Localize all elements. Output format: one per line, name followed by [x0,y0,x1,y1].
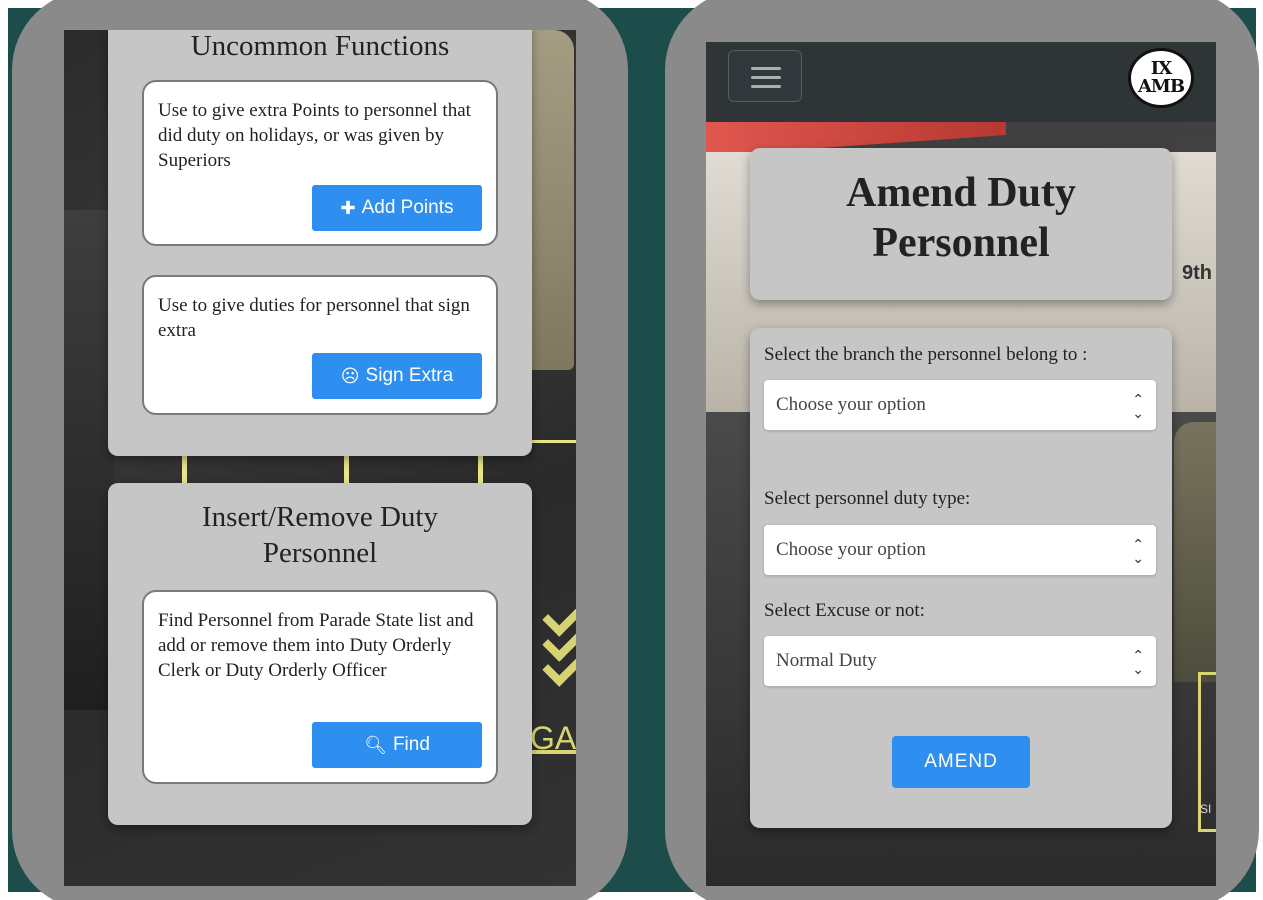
sign-extra-button[interactable]: ☹ Sign Extra [312,353,482,399]
hamburger-icon [751,85,781,88]
page-title: Amend Duty Personnel [846,170,1076,267]
frown-icon: ☹ [340,365,360,387]
duty-type-label: Select personnel duty type: [764,488,971,509]
button-label: Find [392,734,430,755]
card-title: Uncommon Functions [190,30,450,62]
menu-button[interactable] [728,50,802,102]
search-icon: 🔍︎ [364,734,387,756]
select-value: Choose your option [776,394,926,415]
button-label: AMEND [924,751,998,772]
chevron-updown-icon: ⌃ ⌄ [1132,392,1144,422]
bg-shadow [64,210,114,710]
panel-description: Use to give extra Points to personnel th… [158,100,471,172]
panel-description: Use to give duties for personnel that si… [158,295,470,342]
title-card: Amend Duty Personnel [750,148,1172,300]
amend-form-card: Select the branch the personnel belong t… [750,328,1172,828]
hamburger-icon [751,67,781,70]
bg-stripe [529,440,576,443]
bg-text: SI [1200,802,1212,816]
hamburger-icon [751,76,781,79]
branch-label: Select the branch the personnel belong t… [764,344,1088,365]
screen-left: GAP Uncommon Functions Use to give extra… [64,30,576,886]
chevron-updown-icon: ⌃ ⌄ [1132,537,1144,567]
duty-type-select[interactable]: Choose your option ⌃ ⌄ [764,525,1156,575]
screen-right: 9th SI IX AMB Amend Duty Personnel Selec… [706,42,1216,886]
amend-button[interactable]: AMEND [892,736,1030,788]
find-personnel-panel: Find Personnel from Parade State list an… [142,590,498,784]
add-points-button[interactable]: ✚ Add Points [312,185,482,231]
plus-icon: ✚ [340,197,356,219]
navbar: IX AMB [706,42,1216,122]
button-label: Add Points [361,197,454,218]
insert-remove-card: Insert/Remove Duty Personnel Find Person… [108,483,532,825]
card-title: Insert/Remove Duty Personnel [202,501,438,570]
excuse-label: Select Excuse or not: [764,600,925,621]
uncommon-functions-card: Uncommon Functions Use to give extra Poi… [108,30,532,456]
select-value: Normal Duty [776,650,877,671]
logo-text: AMB [1137,76,1185,97]
chevron-updown-icon: ⌃ ⌄ [1132,648,1144,678]
bg-soldier [1174,422,1216,682]
button-label: Sign Extra [365,365,454,386]
bg-stripe [530,750,576,754]
sign-extra-panel: Use to give duties for personnel that si… [142,275,498,415]
bg-text: 9th [1182,262,1212,284]
find-button[interactable]: 🔍︎ Find [312,722,482,768]
unit-logo[interactable]: IX AMB [1128,48,1194,108]
add-points-panel: Use to give extra Points to personnel th… [142,80,498,246]
branch-select[interactable]: Choose your option ⌃ ⌄ [764,380,1156,430]
panel-description: Find Personnel from Parade State list an… [158,610,474,682]
select-value: Choose your option [776,539,926,560]
excuse-select[interactable]: Normal Duty ⌃ ⌄ [764,636,1156,686]
